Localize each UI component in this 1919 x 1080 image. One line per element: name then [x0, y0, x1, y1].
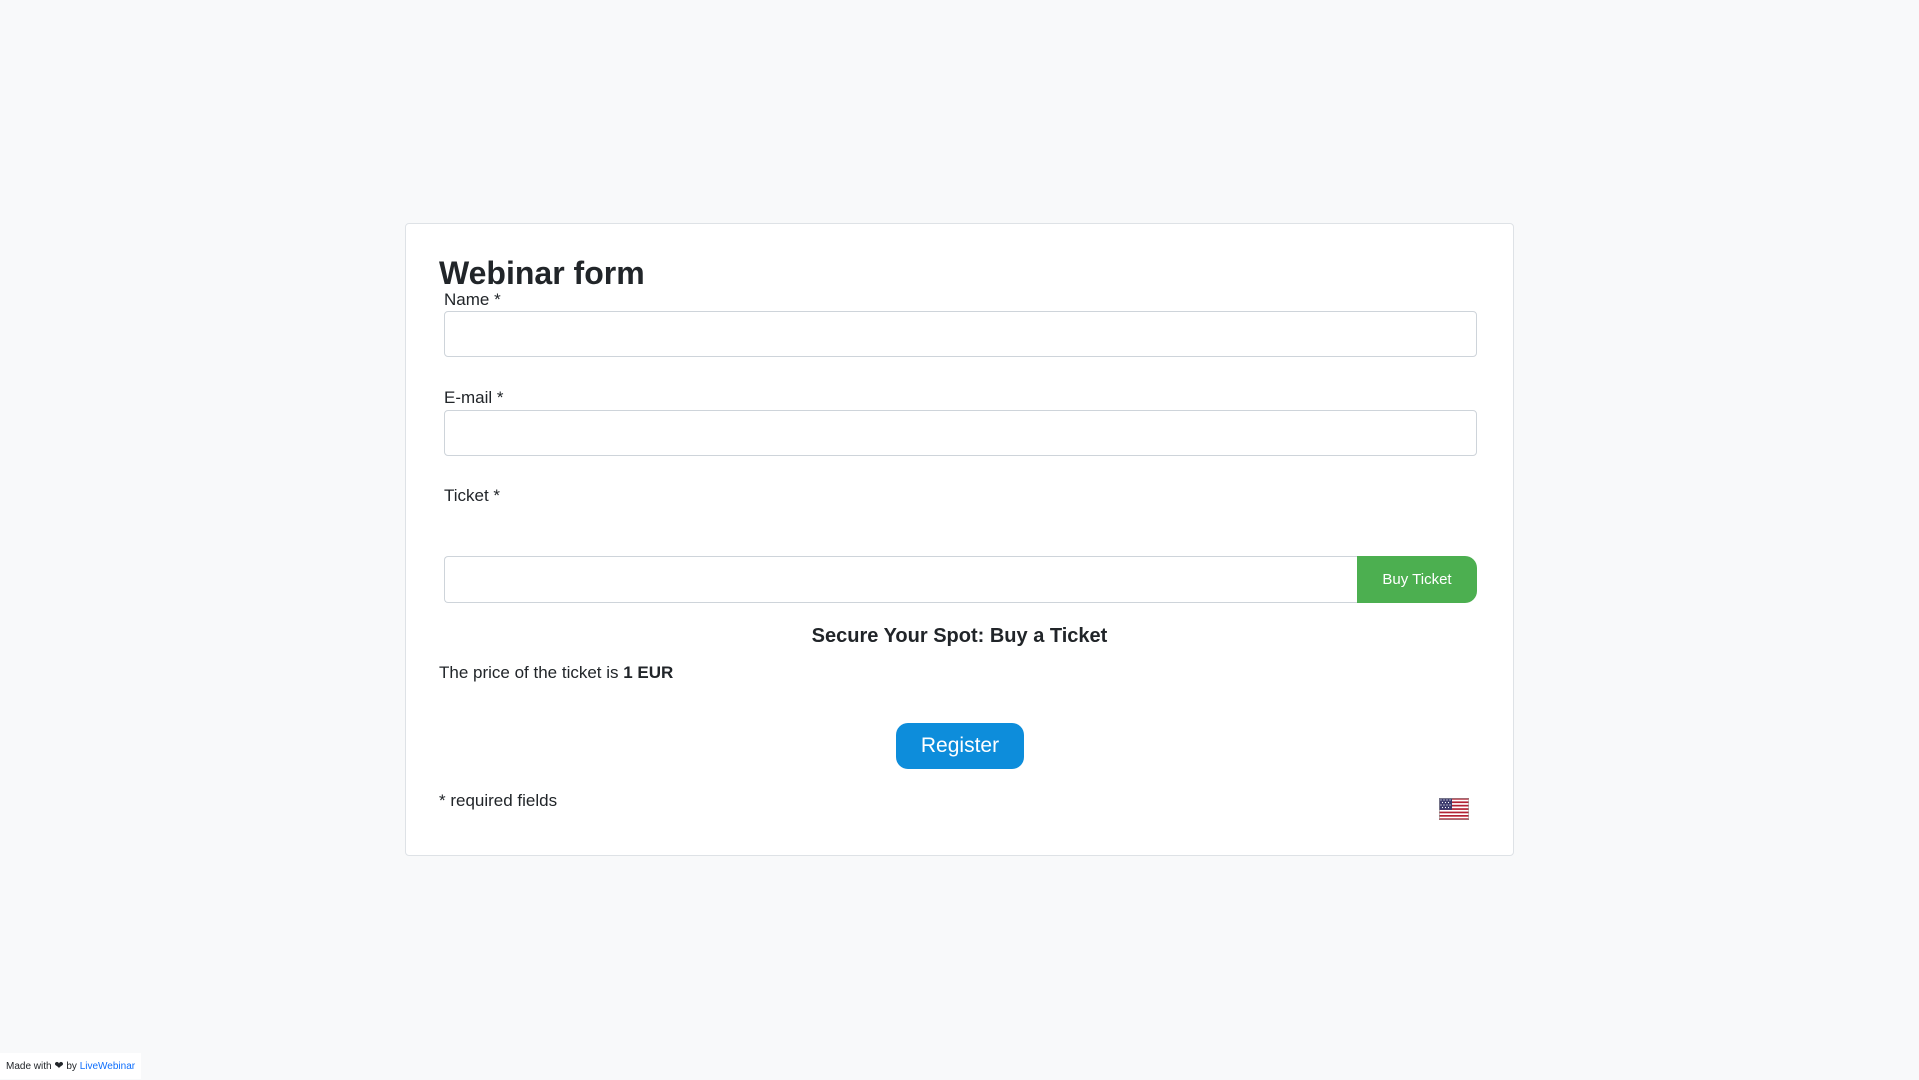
buy-ticket-button[interactable]: Buy Ticket — [1357, 556, 1477, 603]
required-fields-note: * required fields — [439, 791, 558, 810]
form-title: Webinar form — [439, 255, 645, 291]
name-label: Name * — [444, 290, 501, 309]
made-with-text: Made with — [6, 1061, 52, 1072]
us-flag-icon[interactable] — [1439, 798, 1469, 820]
email-label: E-mail * — [444, 388, 504, 407]
ticket-label: Ticket * — [444, 486, 501, 505]
register-button[interactable]: Register — [896, 723, 1024, 769]
price-prefix: The price of the ticket is — [439, 663, 624, 682]
email-input[interactable] — [444, 410, 1477, 456]
heart-icon: ❤ — [54, 1060, 64, 1072]
secure-spot-heading: Secure Your Spot: Buy a Ticket — [811, 625, 1108, 647]
price-value: 1 EUR — [623, 663, 674, 682]
by-text: by — [66, 1061, 77, 1072]
ticket-price-text: The price of the ticket is 1 EUR — [439, 663, 673, 683]
ticket-input-group: Buy Ticket — [444, 556, 1477, 603]
livewebinar-link[interactable]: LiveWebinar — [80, 1061, 135, 1072]
ticket-input[interactable] — [444, 556, 1357, 603]
name-input[interactable] — [444, 311, 1477, 357]
webinar-form-card: Webinar form Name * E-mail * Ticket * Bu… — [405, 223, 1514, 856]
made-with-badge: Made with ❤ by LiveWebinar — [0, 1053, 142, 1079]
